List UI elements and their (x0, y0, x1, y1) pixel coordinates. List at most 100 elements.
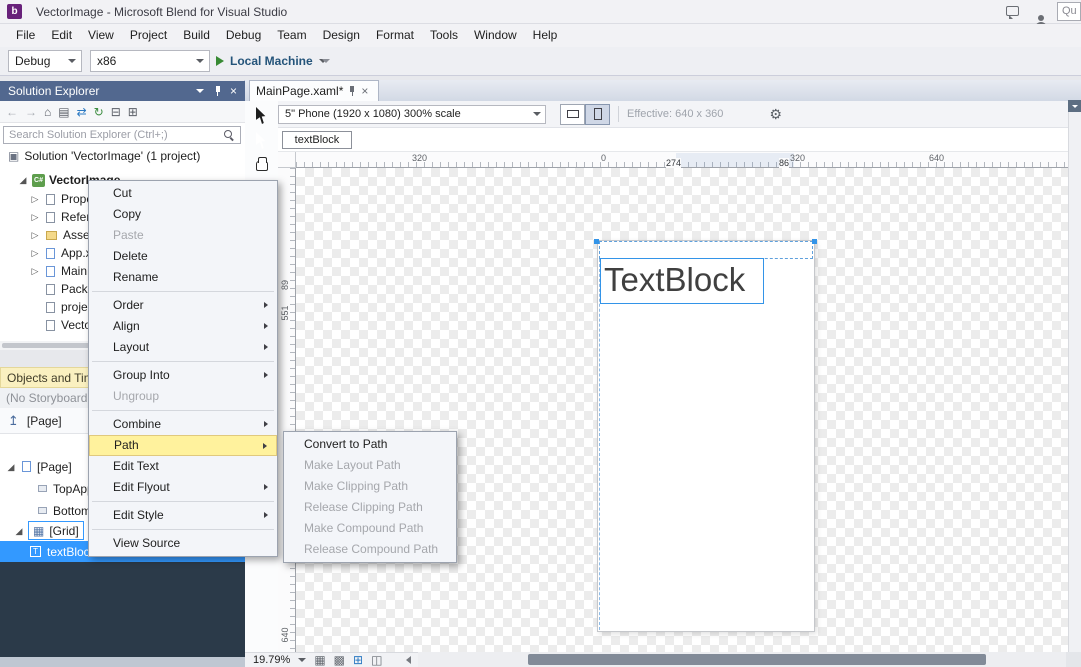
menu-item-layout[interactable]: Layout (89, 337, 277, 358)
scrollbar-thumb[interactable] (2, 343, 90, 348)
zoom-value[interactable]: 19.79% (253, 654, 290, 666)
vertical-scrollbar[interactable] (1068, 112, 1081, 652)
menu-item-edit-flyout[interactable]: Edit Flyout (89, 477, 277, 498)
scroll-left-button[interactable] (406, 656, 411, 664)
scope-up-icon[interactable]: ↥ (8, 412, 19, 430)
show-all-files-icon[interactable]: ⊞ (128, 103, 138, 121)
textblock-icon: T (30, 546, 41, 557)
chevron-down-icon (533, 112, 541, 116)
tab-mainpage-xaml[interactable]: MainPage.xaml* × (249, 80, 379, 101)
menu-format[interactable]: Format (368, 24, 422, 47)
menu-window[interactable]: Window (466, 24, 525, 47)
menu-item-cut[interactable]: Cut (89, 183, 277, 204)
expander-icon[interactable]: ◢ (14, 526, 24, 536)
selection-handle[interactable] (594, 239, 599, 244)
menu-build[interactable]: Build (175, 24, 218, 47)
solution-config-dropdown[interactable]: Debug (8, 50, 82, 72)
menu-item-convert-to-path[interactable]: Convert to Path (284, 434, 456, 455)
menu-item-rename[interactable]: Rename (89, 267, 277, 288)
menu-item-delete[interactable]: Delete (89, 246, 277, 267)
menu-item-combine[interactable]: Combine (89, 414, 277, 435)
feedback-icon[interactable] (1006, 6, 1019, 19)
menu-item-view-source[interactable]: View Source (89, 533, 277, 554)
submenu-arrow-icon (264, 344, 268, 350)
play-icon (216, 56, 224, 66)
column-guide (599, 259, 600, 630)
expander-icon[interactable]: ◢ (18, 175, 28, 185)
standard-toolbar: Debug x86 Local Machine (0, 47, 1081, 76)
sync-icon[interactable]: ⇄ (77, 103, 87, 121)
menu-item-group-into[interactable]: Group Into (89, 365, 277, 386)
toolbar-overflow-icon[interactable] (322, 59, 330, 63)
xaml-file-icon (46, 265, 55, 277)
ruler-marker: 274 (666, 158, 682, 168)
solution-search-input[interactable]: Search Solution Explorer (Ctrl+;) (3, 126, 241, 144)
expander-icon[interactable]: ▷ (30, 194, 40, 204)
tree-row-solution[interactable]: ▣ Solution 'VectorImage' (1 project) (0, 147, 245, 165)
expander-icon[interactable]: ▷ (30, 266, 40, 276)
selection-tool[interactable] (256, 107, 266, 124)
menu-item-copy[interactable]: Copy (89, 204, 277, 225)
platform-dropdown[interactable]: x86 (90, 50, 210, 72)
menu-debug[interactable]: Debug (218, 24, 269, 47)
expander-icon[interactable]: ▷ (30, 230, 40, 240)
gear-icon[interactable]: ⚙ (769, 105, 782, 123)
direct-selection-tool[interactable] (256, 132, 266, 149)
selection-handle[interactable] (812, 239, 817, 244)
back-icon[interactable]: ← (6, 103, 18, 121)
grid-icon: ▦ (33, 523, 45, 538)
show-grid-toggle[interactable]: ▦ (314, 651, 325, 667)
menu-file[interactable]: File (8, 24, 43, 47)
textblock-element[interactable]: TextBlock (600, 258, 764, 304)
expander-icon[interactable]: ▷ (30, 212, 40, 222)
menu-item-path[interactable]: Path (89, 435, 277, 456)
horizontal-scrollbar[interactable] (418, 652, 1066, 667)
menu-help[interactable]: Help (525, 24, 566, 47)
tab-label: MainPage.xaml* (256, 84, 344, 98)
scope-label: [Page] (26, 413, 62, 428)
menu-project[interactable]: Project (122, 24, 175, 47)
scope-icon[interactable]: ▤ (58, 103, 69, 121)
menu-item-edit-text[interactable]: Edit Text (89, 456, 277, 477)
close-icon[interactable]: × (361, 84, 368, 98)
home-icon[interactable]: ⌂ (44, 103, 51, 121)
landscape-toggle-button[interactable] (560, 103, 585, 125)
annotations-toggle[interactable]: ◫ (371, 651, 382, 667)
pin-icon[interactable] (348, 85, 356, 97)
breadcrumb-textblock[interactable]: textBlock (282, 131, 352, 149)
collapse-all-icon[interactable]: ⊟ (111, 103, 121, 121)
close-icon[interactable]: × (230, 84, 237, 98)
expander-icon[interactable]: ◢ (6, 462, 16, 472)
menu-item-align[interactable]: Align (89, 316, 277, 337)
refresh-icon[interactable]: ↻ (94, 103, 104, 121)
menu-item-make-layout-path: Make Layout Path (304, 458, 401, 472)
menu-view[interactable]: View (80, 24, 122, 47)
expander-icon[interactable]: ▷ (30, 248, 40, 258)
menu-item-order[interactable]: Order (89, 295, 277, 316)
tab-list-dropdown-button[interactable] (1068, 100, 1081, 112)
xaml-file-icon (46, 247, 55, 259)
chevron-down-icon[interactable] (298, 658, 307, 662)
menu-item-edit-style[interactable]: Edit Style (89, 505, 277, 526)
file-icon (46, 319, 55, 331)
snap-grid-toggle[interactable]: ▩ (334, 651, 345, 667)
menu-edit[interactable]: Edit (43, 24, 80, 47)
start-debugging-button[interactable]: Local Machine (216, 50, 327, 72)
device-selector-dropdown[interactable]: 5" Phone (1920 x 1080) 300% scale (278, 104, 546, 124)
menu-item-make-clipping-path: Make Clipping Path (304, 479, 409, 493)
snap-gridlines-toggle[interactable]: ⊞ (353, 651, 363, 667)
window-position-icon[interactable] (195, 89, 204, 93)
menu-team[interactable]: Team (269, 24, 314, 47)
scrollbar-thumb[interactable] (528, 654, 986, 665)
forward-icon[interactable]: → (25, 103, 37, 121)
file-icon (46, 193, 55, 205)
quick-launch-input[interactable]: Qu (1057, 2, 1081, 21)
menu-design[interactable]: Design (315, 24, 368, 47)
menu-tools[interactable]: Tools (422, 24, 466, 47)
pin-icon[interactable] (214, 85, 222, 97)
page-icon (22, 461, 31, 472)
portrait-toggle-button[interactable] (585, 103, 610, 125)
platform-value: x86 (97, 54, 117, 68)
menu-separator (92, 529, 274, 530)
pan-tool[interactable] (255, 157, 268, 171)
